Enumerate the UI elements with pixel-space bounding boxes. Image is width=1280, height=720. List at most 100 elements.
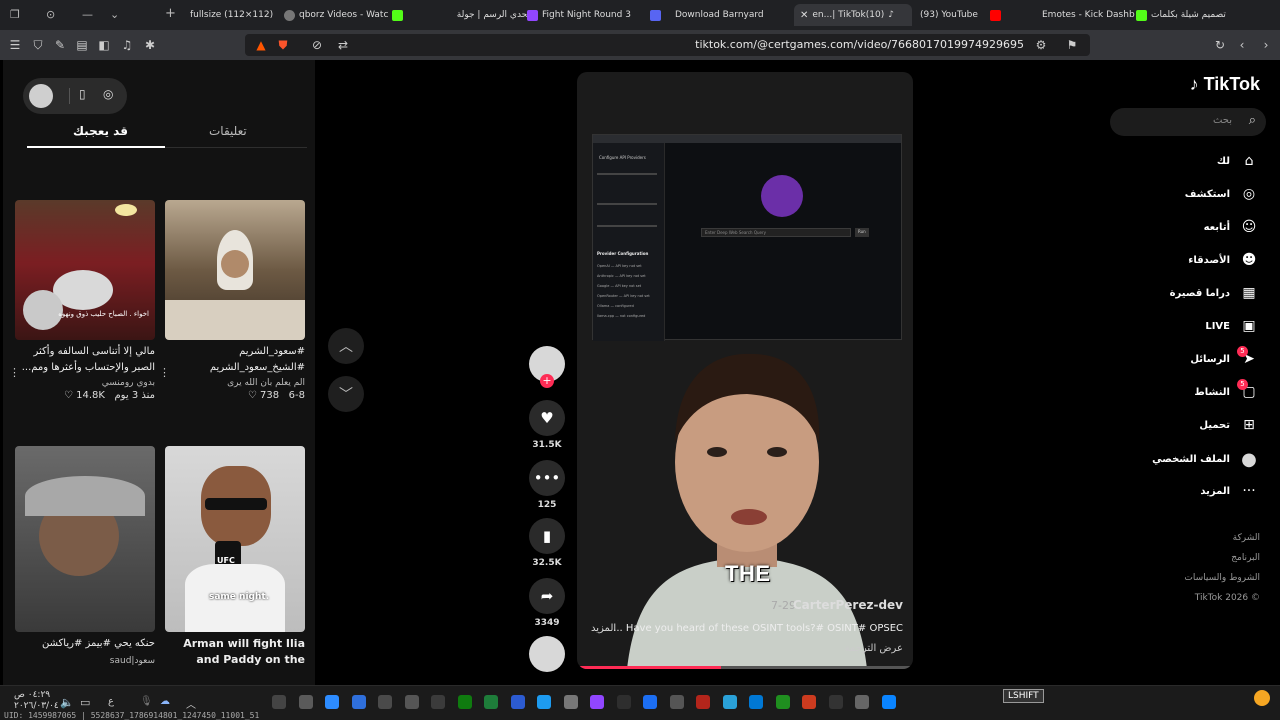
pin-icon[interactable]: ✎ [52,37,68,53]
close-icon[interactable]: ✕ [800,10,808,21]
bookmark-icon[interactable]: ⚑ [1064,37,1080,53]
nav-item-following[interactable]: ☺ أتابعه [1204,215,1258,239]
app-icon[interactable] [351,695,366,709]
video-caption[interactable]: حنكه يحي #بيمز #رياكشن [15,636,155,654]
telegram-icon[interactable] [537,695,551,709]
heart-icon[interactable]: ♥ [529,400,565,436]
video-player[interactable]: Configure API Providers Provider Configu… [577,72,913,669]
see-translation-link[interactable]: عرض الترجمة [845,643,903,654]
search-icon[interactable]: ⌕ [1249,113,1256,128]
system-clock[interactable]: ٠٤:٢٩ ص ٢٠٢٦/٠٣/٠٤ [14,690,59,712]
app-icon[interactable] [855,695,869,709]
phone-icon[interactable]: ▯ [79,87,86,101]
back-icon[interactable]: ‹ [1234,37,1250,53]
video-card[interactable]: اخواء . الصباح حليب ذوق ونهوه مالي إلا أ… [9,200,155,401]
app-icon[interactable] [404,695,419,709]
more-options-icon[interactable]: ⋮ [159,366,170,379]
footer-link[interactable]: الشركة [1233,533,1260,543]
tab-tiktok-active[interactable]: ✕ en...| TikTok(10) ♪ [794,4,912,26]
tab-fight-night[interactable]: Fight Night Round 3 [527,4,637,26]
video-card[interactable]: #سعود_الشريم #الشيخ_سعود_الشريم #النفس..… [159,200,305,401]
video-thumbnail[interactable] [165,200,305,340]
excel-icon[interactable] [484,695,498,709]
menu-icon[interactable]: ☰ [7,37,23,53]
tab-you-may-like[interactable]: قد يعجبك [73,124,128,138]
app-icon[interactable] [325,695,339,709]
share-action[interactable]: ➦ 3349 [529,578,565,628]
reload-icon[interactable]: ↻ [1212,37,1228,53]
chevron-down-icon[interactable]: ⌄ [110,8,119,21]
tab-search-icon[interactable]: ⊙ [46,8,55,21]
video-caption[interactable]: Arman will fight Ilia and Paddy on the s… [165,636,305,668]
app-icon[interactable] [802,695,816,709]
forward-icon[interactable]: › [1258,37,1274,53]
footer-link[interactable]: الشروط والسياسات [1184,573,1260,583]
nav-item-profile[interactable]: ● الملف الشخصي [1152,447,1258,471]
video-progress-bar[interactable] [577,666,913,669]
mic-icon[interactable]: 🎙 [140,696,153,707]
tab-drawing-challenge[interactable]: تحدي الرسم | جولة [450,4,530,26]
app-icon[interactable] [378,695,392,709]
sidebar-icon[interactable]: ◧ [96,37,112,53]
tab-barnyard[interactable]: Download Barnyard [650,4,790,26]
video-author[interactable]: بدوي رومنسي [15,378,155,388]
like-action[interactable]: ♥ 31.5K [529,400,565,450]
tab-comments[interactable]: تعليقات [209,124,247,138]
tab-fullsize[interactable]: fullsize (112×112) [190,4,280,26]
video-card[interactable]: حنكه يحي #بيمز #رياكشن سعود|saud [15,446,155,666]
app-icon[interactable] [563,695,578,709]
shield-icon[interactable]: ⛉ [30,37,46,53]
music-disc-avatar[interactable] [529,636,565,672]
save-action[interactable]: ▮ 32.5K [529,518,565,568]
search-input[interactable]: بحث ⌕ [1110,108,1266,136]
windows-icon[interactable] [749,695,763,709]
video-thumbnail[interactable]: UFC same night. [165,446,305,632]
nav-item-upload[interactable]: ⊞ تحميل [1199,413,1258,437]
share-icon[interactable]: ➦ [529,578,565,614]
brave-icon[interactable] [696,695,710,709]
minimize-icon[interactable]: — [82,8,93,21]
language-indicator[interactable]: ع [108,696,114,707]
nav-item-more[interactable]: ··· المزيد [1200,479,1258,503]
app-icon[interactable] [616,695,631,709]
footer-link[interactable]: البرنامج [1231,553,1260,563]
video-author[interactable]: CarterPerez-dev [793,598,903,612]
nav-item-friends[interactable]: ☻ الأصدقاء [1188,248,1258,272]
warning-icon[interactable]: ▲ [253,37,269,53]
comment-action[interactable]: ••• 125 [529,460,565,510]
app-icon[interactable] [272,695,286,709]
tab-kick-emotes[interactable]: Emotes - Kick Dashb [1042,4,1142,26]
nav-item-home[interactable]: ⌂ لك [1217,149,1258,173]
nav-item-compass[interactable]: ◎ استكشف [1185,182,1258,206]
nav-item-live[interactable]: ▣ LIVE [1205,314,1258,338]
video-thumbnail[interactable]: اخواء . الصباح حليب ذوق ونهوه [15,200,155,340]
xbox-icon[interactable] [457,695,472,709]
nav-item-activity[interactable]: ▢ 5 النشاط [1194,379,1258,404]
discord-icon[interactable] [590,695,604,709]
reader-icon[interactable]: ▤ [74,37,90,53]
tab-shila-design[interactable]: تصميم شيلة بكلمات [1136,4,1280,26]
translate-icon[interactable]: ⇄ [335,37,351,53]
site-settings-icon[interactable]: ⚙ [1033,37,1049,53]
app-icon[interactable] [298,695,313,709]
previous-video-button[interactable]: ︿ [328,328,364,364]
more-options-icon[interactable]: ⋮ [9,366,20,379]
video-description[interactable]: Have you heard of these OSINT tools?# OS… [613,623,903,634]
compass-icon[interactable]: ◎ [103,87,113,101]
nav-item-drama[interactable]: ▦ دراما قصيرة [1170,281,1258,305]
video-caption[interactable]: #سعود_الشريم #الشيخ_سعود_الشريم #النفس..… [165,344,305,376]
video-caption[interactable]: مالي إلا أتناسى السالفه وأكثر الصبر والإ… [15,344,155,376]
brave-shield-icon[interactable]: ⛊ [275,37,291,53]
video-author[interactable]: الم يعلم بان الله يرى [165,378,305,388]
app-icon[interactable] [775,695,790,709]
tray-chevron-icon[interactable]: ︿ [186,696,196,711]
window-menu-icon[interactable]: ❐ [10,8,20,21]
comment-icon[interactable]: ••• [529,460,565,496]
app-icon[interactable] [881,695,896,709]
tab-qborz[interactable]: qborz Videos - Watc [284,4,414,26]
tiktok-logo[interactable]: ♪ TikTok [1190,74,1260,95]
app-icon[interactable] [828,695,843,709]
edge-icon[interactable] [722,695,737,709]
user-avatar[interactable] [29,84,53,108]
word-icon[interactable] [510,695,525,709]
